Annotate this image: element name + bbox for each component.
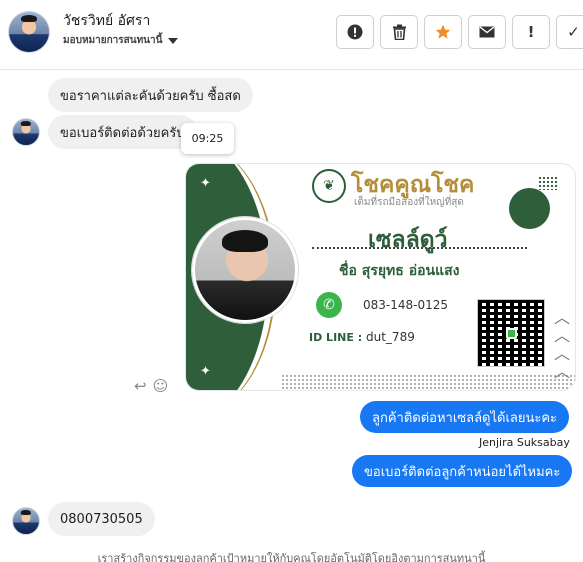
- tooltip-time: 09:25: [191, 132, 224, 145]
- salesperson-phone: 083-148-0125: [363, 298, 449, 312]
- message-text: ขอราคาแต่ละคันด้วยครับ ซื้อสด: [60, 88, 241, 104]
- sparkle-icon: ✦: [200, 364, 211, 379]
- divider: [312, 247, 527, 249]
- sparkle-icon: ✦: [200, 176, 211, 191]
- contact-name[interactable]: วัชรวิทย์ อัศรา: [63, 10, 150, 32]
- caret-down-icon: [168, 37, 179, 44]
- decor-dot-stripe: [281, 374, 575, 390]
- sales-contact-card-image[interactable]: ✦ ✦ ❦ โชคคูณโชค เต็มที่รถมือสองที่ใหญ่ที…: [185, 163, 576, 391]
- done-button[interactable]: ✓: [556, 15, 583, 49]
- message-text: 0800730505: [60, 511, 143, 527]
- mail-icon: [479, 26, 495, 38]
- contact-avatar[interactable]: [8, 11, 50, 53]
- salesperson-fullname: ชื่อ สุรยุทธ อ่อนแสง: [339, 263, 460, 279]
- decor-circle: [509, 188, 550, 229]
- assign-conversation-dropdown[interactable]: มอบหมายการสนทนานี้: [63, 33, 179, 48]
- brand-tagline: เต็มที่รถมือสองที่ใหญ่ที่สุด: [354, 197, 464, 208]
- star-button[interactable]: [424, 15, 462, 49]
- contact-avatar-small: [12, 118, 40, 146]
- conversation-header: วัชรวิทย์ อัศรา มอบหมายการสนทนานี้ ! ✓: [0, 0, 583, 70]
- auto-activity-notice: เราสร้างกิจกรรมของลูกค้าเป้าหมายให้กับคุ…: [97, 552, 486, 562]
- assign-label: มอบหมายการสนทนานี้: [63, 35, 163, 46]
- phone-icon: ✆: [316, 292, 342, 318]
- message-bubble-outgoing[interactable]: ขอเบอร์ติดต่อลูกค้าหน่อยได้ไหมคะ: [352, 455, 573, 487]
- message-bubble-incoming[interactable]: 0800730505: [48, 502, 155, 536]
- message-bubble-incoming[interactable]: ขอราคาแต่ละคันด้วยครับ ซื้อสด: [48, 78, 253, 112]
- sender-name: Jenjira Suksabay: [479, 436, 570, 449]
- brand-logo-icon: ❦: [312, 169, 346, 203]
- check-icon: ✓: [567, 23, 580, 41]
- trash-icon: [392, 24, 406, 40]
- reply-icon[interactable]: ↩: [134, 377, 147, 395]
- alert-circle-icon: [347, 24, 363, 40]
- decor-dots: [538, 176, 558, 190]
- salesperson-photo: [192, 217, 298, 323]
- exclamation-icon: !: [527, 23, 535, 41]
- emoji-icon[interactable]: ☺: [153, 377, 169, 395]
- message-text: ขอเบอร์ติดต่อลูกค้าหน่อยได้ไหมคะ: [364, 464, 561, 480]
- message-bubble-outgoing[interactable]: ลูกค้าติดต่อหาเซลล์ดูได้เลยนะคะ: [360, 401, 570, 433]
- alert-button[interactable]: [336, 15, 374, 49]
- message-text: ลูกค้าติดต่อหาเซลล์ดูได้เลยนะคะ: [372, 410, 558, 426]
- contact-avatar-small: [12, 507, 40, 535]
- line-id-label: ID LINE :: [309, 331, 363, 344]
- salesperson-nickname: เซลล์ดูว์: [368, 227, 448, 253]
- message-actions: ↩ ☺: [134, 377, 168, 395]
- line-logo-icon: [506, 328, 517, 339]
- action-toolbar: ! ✓: [336, 15, 583, 49]
- message-text: ขอเบอร์ติดต่อด้วยครับ: [60, 125, 185, 141]
- message-bubble-incoming[interactable]: ขอเบอร์ติดต่อด้วยครับ: [48, 115, 197, 149]
- star-icon: [435, 24, 451, 39]
- delete-button[interactable]: [380, 15, 418, 49]
- mail-button[interactable]: [468, 15, 506, 49]
- timestamp-tooltip: 09:25: [181, 123, 234, 154]
- exclamation-button[interactable]: !: [512, 15, 550, 49]
- line-id-value: dut_789: [366, 330, 415, 344]
